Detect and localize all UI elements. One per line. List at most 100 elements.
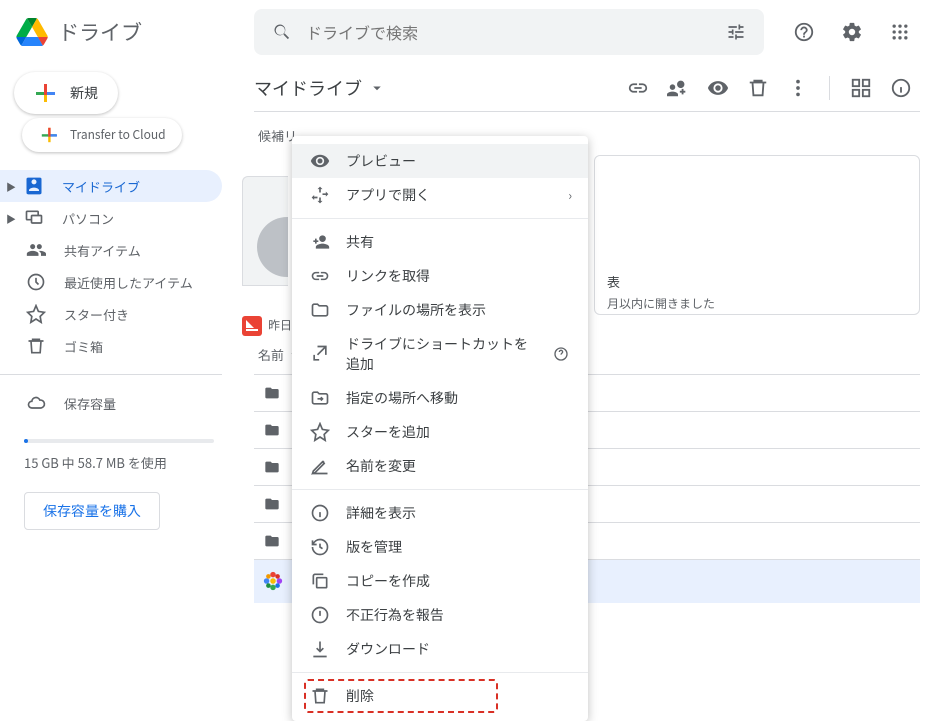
nav-shared[interactable]: 共有アイテム (0, 234, 222, 266)
header: ドライブ (0, 0, 936, 64)
storage-section: 15 GB 中 58.7 MB を使用 (0, 419, 238, 482)
menu-open-with[interactable]: アプリで開く › (292, 178, 588, 212)
delete-icon[interactable] (739, 68, 777, 108)
plus-icon (34, 82, 56, 104)
get-link-icon[interactable] (619, 68, 657, 108)
menu-label: リンクを取得 (346, 266, 430, 286)
nav-computers[interactable]: ▶ パソコン (0, 202, 222, 234)
menu-label: ドライブにショートカットを追加 (346, 334, 536, 374)
nav-starred[interactable]: スター付き (0, 298, 222, 330)
menu-move-to[interactable]: 指定の場所へ移動 (292, 381, 588, 415)
report-icon (310, 605, 330, 625)
nav-label: 共有アイテム (64, 241, 141, 260)
link-icon (310, 266, 330, 286)
breadcrumb-label: マイドライブ (254, 75, 362, 101)
menu-report[interactable]: 不正行為を報告 (292, 598, 588, 632)
star-icon (310, 422, 330, 442)
menu-remove[interactable]: 削除 (292, 679, 588, 713)
menu-label: ファイルの場所を表示 (346, 300, 486, 320)
menu-label: 削除 (346, 686, 374, 706)
folder-icon (262, 422, 282, 438)
buy-storage-button[interactable]: 保存容量を購入 (24, 492, 160, 530)
apps-icon[interactable] (880, 12, 920, 52)
download-icon (310, 639, 330, 659)
nav-storage[interactable]: 保存容量 (0, 387, 222, 419)
more-icon[interactable] (779, 68, 817, 108)
history-icon (310, 537, 330, 557)
menu-label: 共有 (346, 232, 374, 252)
menu-label: 詳細を表示 (346, 503, 416, 523)
menu-label: 不正行為を報告 (346, 605, 444, 625)
settings-icon[interactable] (832, 12, 872, 52)
menu-label: 指定の場所へ移動 (346, 388, 458, 408)
expand-icon[interactable]: ▶ (6, 179, 16, 194)
expand-icon[interactable]: ▶ (6, 211, 16, 226)
menu-label: 名前を変更 (346, 456, 416, 476)
folder-icon (262, 496, 282, 512)
new-button[interactable]: 新規 (14, 72, 118, 114)
preview-thumbnail (242, 176, 288, 286)
menu-get-link[interactable]: リンクを取得 (292, 259, 588, 293)
storage-text: 15 GB 中 58.7 MB を使用 (24, 453, 214, 472)
breadcrumb[interactable]: マイドライブ (254, 75, 386, 101)
sidebar: 新規 Transfer to Cloud ▶ マイドライブ ▶ パソコン 共有ア… (0, 64, 238, 701)
menu-label: アプリで開く (346, 185, 430, 205)
plus-icon (40, 126, 58, 144)
share-icon[interactable] (659, 68, 697, 108)
context-menu: プレビュー アプリで開く › 共有 リンクを取得 ファイルの場所を表示 (292, 136, 588, 721)
chevron-right-icon: › (568, 187, 572, 204)
menu-share[interactable]: 共有 (292, 225, 588, 259)
people-icon (26, 240, 46, 260)
detail-left: 昨日 (242, 316, 292, 336)
menu-label: 版を管理 (346, 537, 402, 557)
person-add-icon (310, 232, 330, 252)
logo[interactable]: ドライブ (16, 17, 254, 47)
card-title: 表 (607, 272, 907, 291)
trash-icon (310, 686, 330, 706)
menu-manage-versions[interactable]: 版を管理 (292, 530, 588, 564)
open-with-icon (310, 185, 330, 205)
menu-rename[interactable]: 名前を変更 (292, 449, 588, 483)
drive-icon (24, 176, 44, 196)
nav-label: スター付き (64, 305, 129, 324)
image-file-icon (242, 316, 262, 336)
nav-label: マイドライブ (62, 177, 140, 196)
transfer-label: Transfer to Cloud (70, 128, 166, 142)
transfer-button[interactable]: Transfer to Cloud (22, 118, 182, 152)
nav-recent[interactable]: 最近使用したアイテム (0, 266, 222, 298)
suggestion-card[interactable]: 表 月以内に開きました (594, 155, 920, 315)
help-icon[interactable] (784, 12, 824, 52)
menu-download[interactable]: ダウンロード (292, 632, 588, 666)
image-file-icon (262, 570, 284, 592)
star-icon (26, 304, 46, 324)
trash-icon (26, 336, 46, 356)
drive-logo-icon (16, 18, 48, 46)
folder-icon (310, 300, 330, 320)
card-subtitle: 月以内に開きました (607, 295, 907, 312)
col-name: 名前 (258, 345, 284, 364)
search-icon (272, 22, 292, 42)
menu-label: スターを追加 (346, 422, 430, 442)
search-input[interactable] (306, 20, 712, 44)
nav-label: 最近使用したアイテム (64, 273, 193, 292)
new-button-label: 新規 (70, 83, 98, 103)
menu-preview[interactable]: プレビュー (292, 144, 588, 178)
menu-make-copy[interactable]: コピーを作成 (292, 564, 588, 598)
nav-trash[interactable]: ゴミ箱 (0, 330, 222, 362)
info-icon[interactable] (882, 68, 920, 108)
menu-details[interactable]: 詳細を表示 (292, 496, 588, 530)
info-icon (310, 503, 330, 523)
folder-icon (262, 533, 282, 549)
menu-add-shortcut[interactable]: ドライブにショートカットを追加 (292, 327, 588, 381)
nav-label: 保存容量 (64, 394, 116, 413)
edit-icon (310, 456, 330, 476)
menu-add-star[interactable]: スターを追加 (292, 415, 588, 449)
search-options-icon[interactable] (726, 22, 746, 42)
header-icons (764, 12, 920, 52)
search-bar[interactable] (254, 9, 764, 55)
nav-my-drive[interactable]: ▶ マイドライブ (0, 170, 222, 202)
menu-show-location[interactable]: ファイルの場所を表示 (292, 293, 588, 327)
view-grid-icon[interactable] (842, 68, 880, 108)
preview-icon[interactable] (699, 68, 737, 108)
nav: ▶ マイドライブ ▶ パソコン 共有アイテム 最近使用したアイテム スター付き (0, 170, 238, 419)
